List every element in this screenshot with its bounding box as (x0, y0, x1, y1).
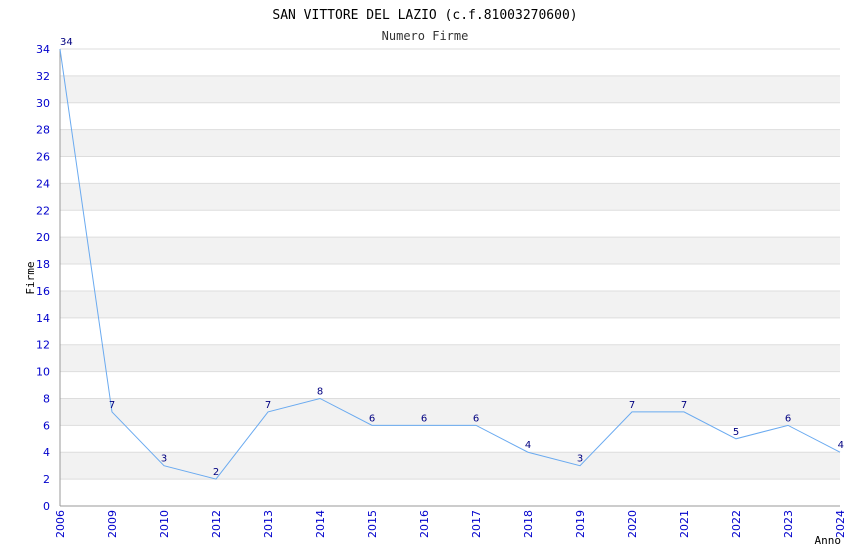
x-tick-label: 2006 (54, 510, 67, 538)
x-tick-labels: 2006 2009 2010 2012 2013 2014 2015 2016 2017 2018… (54, 510, 847, 538)
y-tick-label: 20 (36, 231, 50, 244)
x-tick-label: 2023 (782, 510, 795, 538)
x-tick-label: 2020 (626, 510, 639, 538)
x-tick-label: 2010 (158, 510, 171, 538)
y-tick-label: 4 (43, 446, 50, 459)
grid-band (60, 129, 840, 157)
data-label: 7 (681, 400, 687, 411)
chart-subtitle: Numero Firme (382, 29, 469, 43)
x-tick-label: 2016 (418, 510, 431, 538)
data-label: 7 (629, 400, 635, 411)
y-tick-label: 34 (36, 43, 50, 56)
y-tick-label: 8 (43, 392, 50, 405)
data-label: 6 (473, 413, 479, 424)
x-tick-label: 2018 (522, 510, 535, 538)
x-tick-label: 2017 (470, 510, 483, 538)
x-tick-label: 2021 (678, 510, 691, 538)
y-tick-label: 24 (36, 177, 50, 190)
grid-band (60, 290, 840, 318)
y-tick-label: 14 (36, 312, 50, 325)
x-tick-label: 2015 (366, 510, 379, 538)
data-label: 8 (317, 386, 323, 397)
y-tick-label: 18 (36, 258, 50, 271)
data-label: 7 (109, 400, 115, 411)
data-label: 7 (265, 400, 271, 411)
y-tick-label: 10 (36, 366, 50, 379)
data-label: 4 (525, 440, 531, 451)
x-axis-title: Anno (815, 534, 842, 547)
gridlines (60, 48, 840, 507)
line-chart: SAN VITTORE DEL LAZIO (c.f.81003270600) … (24, 8, 847, 547)
y-tick-labels: 0246810121416182022242628303234 (36, 43, 50, 513)
data-label: 6 (369, 413, 375, 424)
x-tick-label: 2013 (262, 510, 275, 538)
y-tick-label: 12 (36, 339, 50, 352)
x-tick-label: 2009 (106, 510, 119, 538)
data-label: 5 (733, 427, 739, 438)
grid-band (60, 344, 840, 372)
grid-bands (60, 75, 840, 480)
data-label: 6 (785, 413, 791, 424)
grid-band (60, 75, 840, 103)
y-tick-label: 16 (36, 285, 50, 298)
data-label: 6 (421, 413, 427, 424)
grid-band (60, 398, 840, 426)
y-tick-label: 30 (36, 97, 50, 110)
data-label: 2 (213, 467, 219, 478)
data-label: 3 (161, 454, 167, 465)
y-tick-label: 26 (36, 151, 50, 164)
data-label: 34 (60, 37, 73, 48)
y-tick-label: 6 (43, 419, 50, 432)
grid-band (60, 452, 840, 480)
y-tick-label: 22 (36, 204, 50, 217)
y-tick-label: 32 (36, 70, 50, 83)
x-tick-label: 2012 (210, 510, 223, 538)
grid-band (60, 183, 840, 211)
x-tick-label: 2022 (730, 510, 743, 538)
chart-title: SAN VITTORE DEL LAZIO (c.f.81003270600) (272, 8, 577, 23)
x-tick-label: 2014 (314, 510, 327, 538)
grid-band (60, 237, 840, 265)
y-axis-title: Firme (24, 261, 37, 294)
y-tick-label: 28 (36, 124, 50, 137)
data-label: 3 (577, 454, 583, 465)
data-label: 4 (838, 440, 844, 451)
y-tick-label: 0 (43, 500, 50, 513)
x-tick-label: 2019 (574, 510, 587, 538)
y-tick-label: 2 (43, 473, 50, 486)
